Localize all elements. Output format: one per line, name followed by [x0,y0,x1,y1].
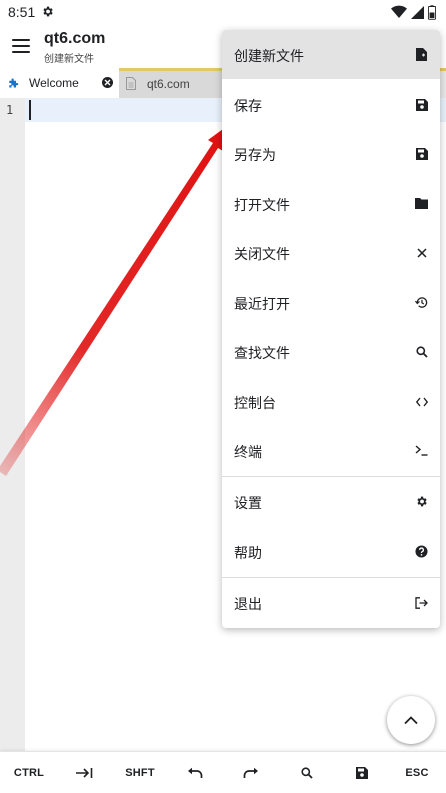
menu-item-help[interactable]: 帮助 [222,527,440,576]
menu-item-find-file[interactable]: 查找文件 [222,327,440,376]
extension-icon [9,78,19,88]
tab-label: Welcome [29,76,79,90]
menu-item-save[interactable]: 保存 [222,80,440,129]
hamburger-menu-icon[interactable] [10,36,32,56]
exit-icon [415,596,428,609]
menu-item-label: 打开文件 [234,197,290,213]
save-button[interactable] [351,762,373,784]
esc-key-label: ESC [405,767,429,779]
status-bar: 8:51 [0,0,446,24]
history-icon [415,296,428,309]
menu-item-label: 保存 [234,98,262,114]
settings-icon [43,6,53,17]
menu-item-open-file[interactable]: 打开文件 [222,179,440,228]
wifi-icon [391,5,407,18]
menu-item-label: 帮助 [234,545,262,561]
shift-key-button[interactable]: SHFT [122,762,158,784]
app-title: qt6.com [44,30,106,47]
redo-button[interactable] [240,762,262,784]
app-subtitle: 创建新文件 [44,54,94,65]
text-cursor [29,100,31,120]
menu-item-save-as[interactable]: 另存为 [222,129,440,178]
status-icons [391,4,436,20]
tab-close-icon[interactable] [102,77,113,88]
search-icon [415,345,428,358]
close-icon [415,246,428,259]
save-as-icon [415,147,428,160]
menu-item-close-file[interactable]: 关闭文件 [222,228,440,277]
menu-item-terminal[interactable]: 终端 [222,426,440,475]
search-icon [301,767,313,779]
menu-item-label: 退出 [234,596,262,612]
file-icon [126,77,136,90]
menu-item-label: 关闭文件 [234,246,290,262]
ctrl-key-button[interactable]: CTRL [12,762,46,784]
ctrl-key-label: CTRL [13,767,45,779]
new-file-icon [415,48,428,61]
battery-icon [428,4,436,20]
menu-item-new-file[interactable]: 创建新文件 [222,30,440,79]
menu-item-label: 控制台 [234,395,276,411]
menu-item-label: 另存为 [234,147,276,163]
esc-key-button[interactable]: ESC [401,762,433,784]
tab-qt6[interactable]: qt6.com [119,68,224,98]
menu-item-label: 设置 [234,495,262,511]
line-gutter: 1 [0,98,25,751]
menu-item-label: 最近打开 [234,296,290,312]
menu-item-label: 创建新文件 [234,48,304,64]
gear-icon [415,495,428,508]
status-time: 8:51 [8,4,36,20]
shift-key-label: SHFT [125,767,155,779]
undo-button[interactable] [184,762,206,784]
menu-item-label: 查找文件 [234,345,290,361]
search-button[interactable] [296,762,318,784]
menu-item-console[interactable]: 控制台 [222,377,440,426]
terminal-icon [415,444,428,457]
help-icon [415,545,428,558]
bottom-toolbar: CTRL SHFT ESC [0,751,446,793]
menu-item-exit[interactable]: 退出 [222,578,440,627]
menu-item-recent[interactable]: 最近打开 [222,278,440,327]
tab-icon [76,768,93,778]
tab-label: qt6.com [147,77,190,91]
signal-icon [411,5,424,19]
save-icon [415,98,428,111]
redo-icon [243,767,258,778]
code-icon [415,395,428,408]
chevron-up-icon [404,716,418,725]
scroll-up-button[interactable] [387,696,435,744]
menu-item-label: 终端 [234,444,262,460]
menu-item-settings[interactable]: 设置 [222,477,440,526]
tab-key-button[interactable] [73,762,95,784]
tab-welcome[interactable]: Welcome [0,68,119,98]
overflow-menu: 创建新文件 保存 另存为 打开文件 关闭文件 最近打开 查找文件 控制台 终端 … [222,30,440,628]
undo-icon [188,767,203,778]
save-icon [356,767,368,779]
folder-icon [415,197,428,210]
line-number: 1 [6,103,14,117]
